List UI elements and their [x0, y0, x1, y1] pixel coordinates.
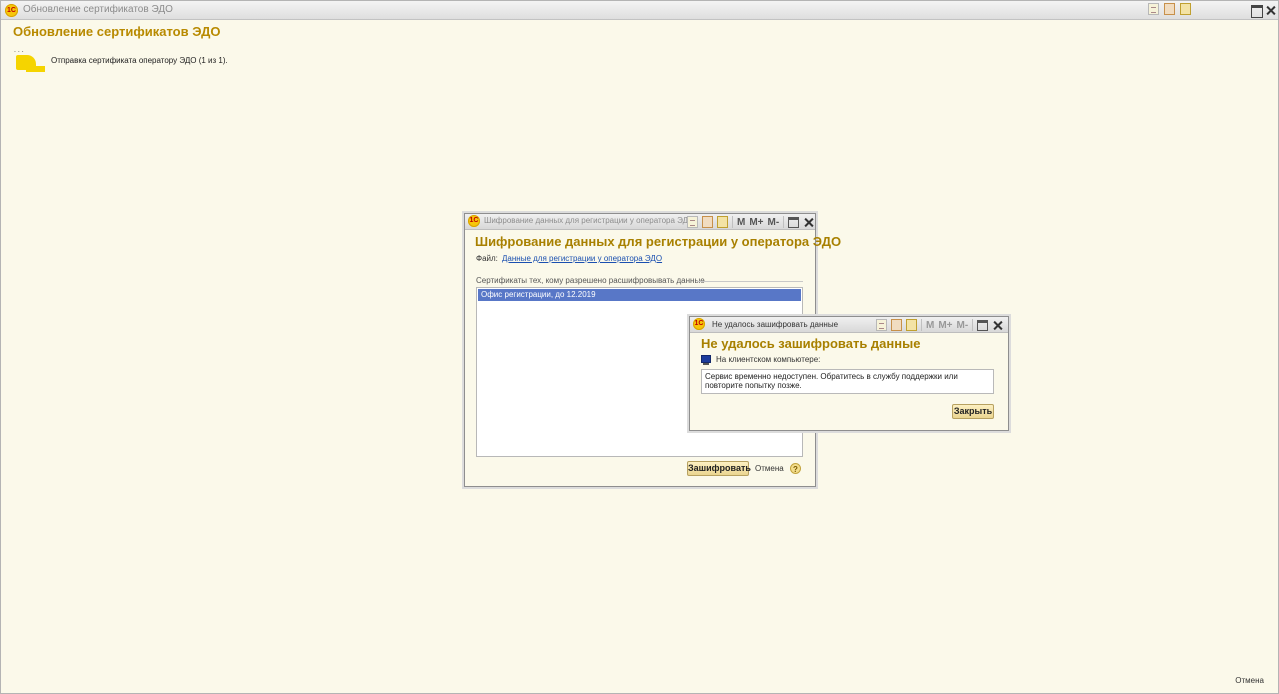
restore-window-icon[interactable] — [1251, 5, 1263, 18]
close-icon[interactable] — [992, 320, 1003, 331]
memory-m-button[interactable]: M — [737, 217, 745, 228]
error-dialog-titlebar: 1С Не удалось зашифровать данные M M+ M- — [690, 317, 1008, 333]
memory-minus-button[interactable]: M- — [957, 320, 969, 331]
help-icon[interactable]: ? — [790, 463, 801, 474]
document-icon[interactable] — [876, 319, 887, 331]
animation-dots: . . . — [14, 47, 24, 54]
calculator-icon[interactable] — [1180, 3, 1191, 15]
memory-minus-button[interactable]: M- — [768, 217, 780, 228]
memory-m-button[interactable]: M — [926, 320, 934, 331]
progress-animation-icon: . . . — [14, 45, 46, 73]
document-icon[interactable] — [1148, 3, 1159, 15]
error-dialog-toolbar: M M+ M- — [876, 319, 1003, 331]
calendar-icon[interactable] — [891, 319, 902, 331]
calendar-icon[interactable] — [1164, 3, 1175, 15]
memory-plus-button[interactable]: M+ — [938, 320, 952, 331]
maximize-icon[interactable] — [977, 319, 989, 331]
page-title: Обновление сертификатов ЭДО — [13, 24, 221, 39]
encrypt-dialog-titlebar: 1С Шифрование данных для регистрации у о… — [465, 214, 815, 230]
error-dialog-window-title: Не удалось зашифровать данные — [712, 320, 839, 329]
main-cancel-link[interactable]: Отмена — [1235, 676, 1264, 685]
calculator-icon[interactable] — [717, 216, 728, 228]
status-text: Отправка сертификата оператору ЭДО (1 из… — [51, 56, 228, 65]
encrypt-cancel-button[interactable]: Отмена — [755, 464, 784, 473]
encrypt-dialog-toolbar: M M+ M- — [687, 216, 814, 228]
certificates-group-label: Сертификаты тех, кому разрешено расшифро… — [476, 276, 705, 285]
close-icon[interactable] — [803, 217, 814, 228]
group-divider — [697, 281, 803, 282]
encrypt-button[interactable]: Зашифровать — [687, 461, 751, 476]
error-message: Сервис временно недоступен. Обратитесь в… — [701, 369, 994, 394]
error-dialog: 1С Не удалось зашифровать данные M M+ M-… — [689, 316, 1009, 431]
1c-logo-icon: 1С — [693, 318, 705, 330]
close-window-icon[interactable] — [1265, 5, 1276, 16]
close-button[interactable]: Закрыть — [952, 404, 994, 419]
file-link[interactable]: Данные для регистрации у оператора ЭДО — [502, 254, 662, 263]
document-icon[interactable] — [687, 216, 698, 228]
error-dialog-heading: Не удалось зашифровать данные — [701, 336, 921, 351]
encrypt-dialog-heading: Шифрование данных для регистрации у опер… — [475, 234, 842, 249]
1c-logo-icon: 1С — [468, 215, 480, 227]
certificate-row[interactable]: Офис регистрации, до 12.2019 — [478, 289, 801, 301]
main-window-title: Обновление сертификатов ЭДО — [23, 4, 173, 15]
memory-plus-button[interactable]: M+ — [749, 217, 763, 228]
main-titlebar: 1С Обновление сертификатов ЭДО — [1, 1, 1278, 20]
1c-logo-icon: 1С — [5, 4, 18, 17]
calculator-icon[interactable] — [906, 319, 917, 331]
calendar-icon[interactable] — [702, 216, 713, 228]
main-toolbar-icons — [1148, 3, 1191, 15]
encrypt-dialog-window-title: Шифрование данных для регистрации у опер… — [484, 216, 695, 225]
file-label: Файл: — [476, 254, 498, 263]
maximize-icon[interactable] — [788, 216, 800, 228]
computer-icon — [701, 355, 711, 365]
location-label: На клиентском компьютере: — [716, 355, 821, 364]
